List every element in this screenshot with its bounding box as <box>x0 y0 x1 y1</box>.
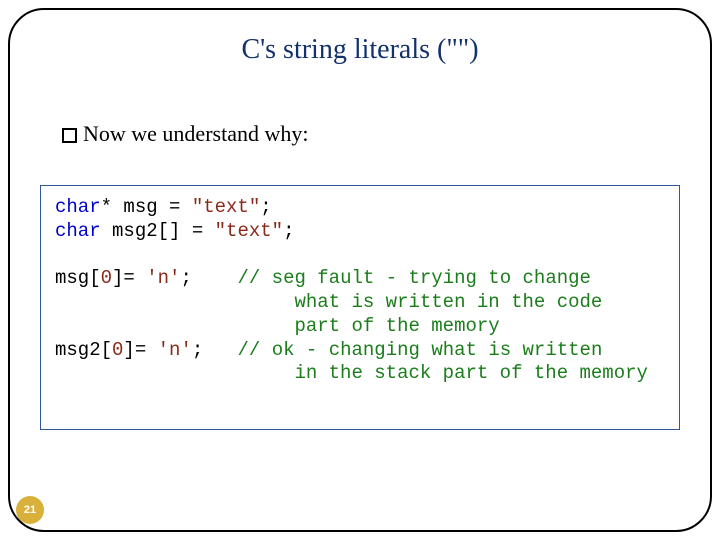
code-text: ]= <box>123 339 157 361</box>
slide: C's string literals ("") Now we understa… <box>0 0 720 540</box>
bullet-text: Now we understand why: <box>83 121 308 147</box>
code-pad <box>55 362 294 384</box>
code-text: msg[ <box>55 267 101 289</box>
code-num: 0 <box>112 339 123 361</box>
code-comment: in the stack part of the memory <box>294 362 647 384</box>
code-str: 'n' <box>158 339 192 361</box>
code-num: 0 <box>101 267 112 289</box>
code-kw: char <box>55 196 101 218</box>
code-text: * msg = <box>101 196 192 218</box>
code-text: ; <box>283 220 294 242</box>
bullet-box-icon <box>62 128 77 143</box>
code-pad <box>203 339 237 361</box>
code-box: char* msg = "text"; char msg2[] = "text"… <box>40 185 680 430</box>
code-str: 'n' <box>146 267 180 289</box>
page-number: 21 <box>24 504 36 516</box>
code-text: msg2[ <box>55 339 112 361</box>
code-text: ; <box>260 196 271 218</box>
code-comment: part of the memory <box>294 315 499 337</box>
code-str: "text" <box>215 220 283 242</box>
code-text: msg2[] = <box>101 220 215 242</box>
code-pad <box>55 291 294 313</box>
code-text: ]= <box>112 267 146 289</box>
page-number-badge: 21 <box>16 496 44 524</box>
code-comment: what is written in the code <box>294 291 602 313</box>
bullet-row: Now we understand why: <box>62 121 308 147</box>
code-comment: // seg fault - trying to change <box>237 267 590 289</box>
code-comment: // ok - changing what is written <box>237 339 602 361</box>
code-text: ; <box>192 339 203 361</box>
slide-title: C's string literals ("") <box>0 34 720 66</box>
code-str: "text" <box>192 196 260 218</box>
code-text: ; <box>180 267 191 289</box>
code-kw: char <box>55 220 101 242</box>
code-pad <box>192 267 238 289</box>
code-pad <box>55 315 294 337</box>
